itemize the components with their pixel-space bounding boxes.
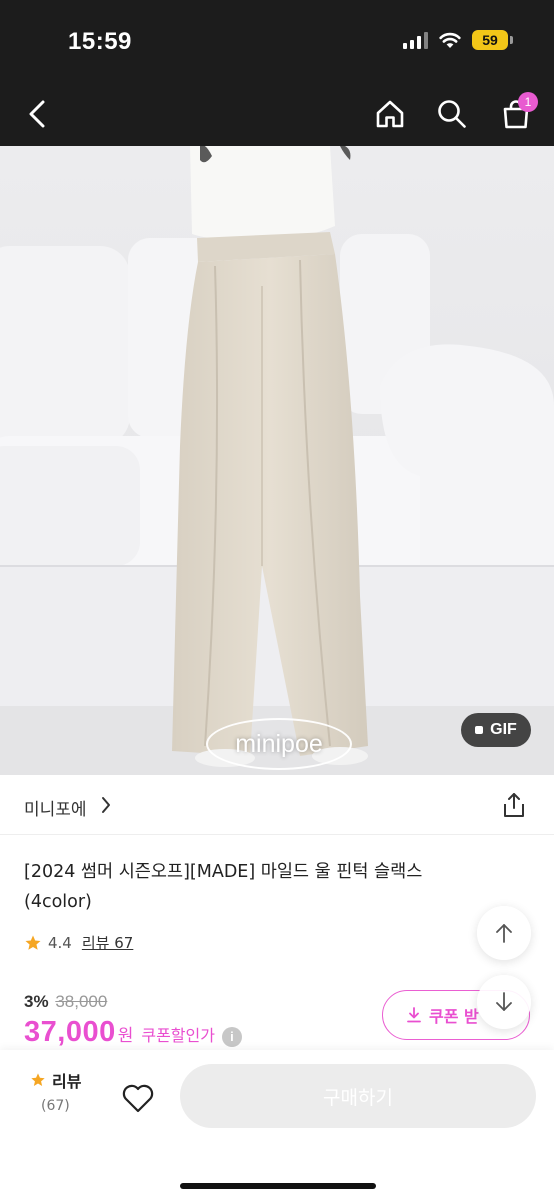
shop-name[interactable]: 미니포에: [24, 795, 87, 820]
original-price: 38,000: [55, 992, 108, 1011]
bottom-action-bar: 리뷰 (67) 구매하기: [0, 1050, 554, 1200]
status-time: 15:59: [68, 28, 132, 55]
shop-row[interactable]: 미니포에: [0, 775, 554, 835]
review-link[interactable]: 리뷰 67: [82, 932, 133, 953]
scroll-bottom-button[interactable]: [477, 975, 531, 1029]
gif-label: GIF: [490, 721, 517, 738]
arrow-down-icon: [496, 992, 512, 1011]
review-label: 리뷰: [52, 1072, 82, 1091]
status-bar: 15:59 59: [0, 0, 554, 82]
star-icon: [31, 1073, 45, 1086]
review-button[interactable]: 리뷰 (67): [24, 1068, 94, 1128]
review-count: (67): [41, 1098, 70, 1114]
cart-button[interactable]: 1: [494, 92, 538, 136]
gif-badge[interactable]: GIF: [461, 713, 531, 747]
info-icon[interactable]: i: [221, 1027, 242, 1047]
review-label-row: 리뷰: [30, 1068, 94, 1092]
cellular-signal-icon: [403, 31, 428, 49]
heart-icon[interactable]: [118, 1078, 158, 1118]
cart-count-badge: 1: [518, 92, 538, 112]
product-photo: [0, 146, 554, 775]
share-icon[interactable]: [500, 791, 528, 819]
scroll-top-button[interactable]: [477, 906, 531, 960]
coupon-button-label: 쿠폰 받: [429, 1007, 479, 1026]
discount-line: 3% 38,000: [24, 992, 242, 1012]
star-icon: [25, 935, 41, 950]
currency-label: 원: [117, 1026, 134, 1046]
nav-bar: 1: [0, 82, 554, 146]
home-indicator: [180, 1183, 376, 1189]
back-arrow-icon: [29, 100, 45, 128]
search-button[interactable]: [430, 92, 474, 136]
chevron-right-icon: [102, 797, 110, 813]
wifi-icon: [439, 32, 461, 48]
rating-row: 4.4 리뷰 67: [24, 932, 133, 953]
home-icon: [376, 100, 404, 128]
brand-watermark: minipoe: [206, 718, 352, 770]
arrow-up-icon: [496, 924, 512, 943]
download-icon: [407, 1007, 421, 1023]
battery-icon: 59: [472, 30, 513, 50]
gif-play-icon: [475, 726, 484, 734]
sale-price: 37,000: [24, 1016, 116, 1048]
status-icons: 59: [403, 30, 513, 50]
buy-button[interactable]: 구매하기: [180, 1064, 536, 1128]
product-title: [2024 썸머 시즌오프][MADE] 마일드 울 핀턱 슬랙스 (4colo…: [24, 862, 423, 912]
discount-rate: 3%: [24, 992, 49, 1011]
rating-value: 4.4: [48, 933, 72, 952]
price-line: 37,000 원 쿠폰할인가 i: [24, 1016, 242, 1049]
home-button[interactable]: [368, 92, 412, 136]
price-block: 3% 38,000 37,000 원 쿠폰할인가 i: [24, 992, 242, 1049]
search-icon: [438, 100, 466, 128]
back-button[interactable]: [16, 92, 60, 136]
product-image[interactable]: minipoe GIF: [0, 146, 554, 775]
coupon-price-label: 쿠폰할인가: [141, 1026, 215, 1045]
